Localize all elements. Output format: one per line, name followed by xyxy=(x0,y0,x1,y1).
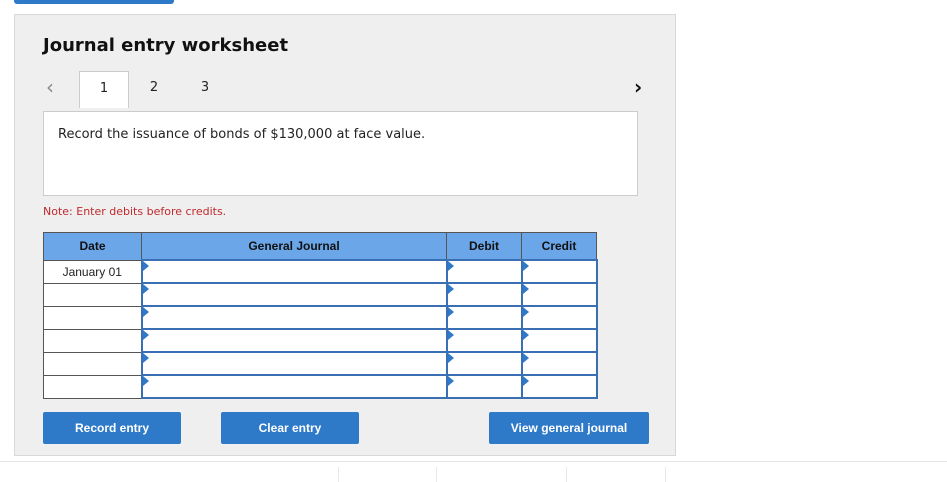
top-tab-indicator xyxy=(14,0,174,4)
view-general-journal-button[interactable]: View general journal xyxy=(489,412,649,444)
table-row xyxy=(43,282,598,307)
journal-header-row: Date General Journal Debit Credit xyxy=(43,232,597,261)
credit-input[interactable] xyxy=(520,328,598,353)
credit-header: Credit xyxy=(521,232,597,261)
date-cell xyxy=(43,305,142,330)
prompt-box: Record the issuance of bonds of $130,000… xyxy=(43,111,638,196)
debit-header: Debit xyxy=(446,232,522,261)
date-cell xyxy=(43,282,142,307)
dropdown-marker-icon xyxy=(447,330,454,340)
table-row xyxy=(43,374,598,399)
bottom-divider-segment xyxy=(436,467,437,482)
dropdown-marker-icon xyxy=(142,353,149,363)
bottom-divider-segment xyxy=(338,467,339,482)
debit-input[interactable] xyxy=(445,351,523,376)
debit-input[interactable] xyxy=(445,259,523,284)
debit-input[interactable] xyxy=(445,374,523,399)
general-journal-header: General Journal xyxy=(141,232,447,261)
dropdown-marker-icon xyxy=(142,307,149,317)
entry-tabs: 1 2 3 xyxy=(77,71,230,108)
credit-input[interactable] xyxy=(520,351,598,376)
credit-input[interactable] xyxy=(520,282,598,307)
debit-input[interactable] xyxy=(445,305,523,330)
bottom-divider xyxy=(0,461,947,462)
date-header: Date xyxy=(43,232,142,261)
account-input[interactable] xyxy=(140,259,448,284)
date-cell xyxy=(43,351,142,376)
debit-input[interactable] xyxy=(445,328,523,353)
dropdown-marker-icon xyxy=(522,330,529,340)
table-row xyxy=(43,328,598,353)
date-cell: January 01 xyxy=(43,259,142,284)
account-input[interactable] xyxy=(140,305,448,330)
debit-input[interactable] xyxy=(445,282,523,307)
dropdown-marker-icon xyxy=(447,307,454,317)
tab-2[interactable]: 2 xyxy=(129,71,179,108)
journal-table: Date General Journal Debit Credit Januar… xyxy=(43,232,598,399)
tab-3[interactable]: 3 xyxy=(180,71,230,108)
dropdown-marker-icon xyxy=(447,261,454,271)
clear-entry-button[interactable]: Clear entry xyxy=(221,412,359,444)
tab-1[interactable]: 1 xyxy=(79,71,129,108)
record-entry-button[interactable]: Record entry xyxy=(43,412,181,444)
bottom-divider-segment xyxy=(566,467,567,482)
credit-input[interactable] xyxy=(520,259,598,284)
date-cell xyxy=(43,328,142,353)
note-text: Note: Enter debits before credits. xyxy=(43,205,227,218)
dropdown-marker-icon xyxy=(522,376,529,386)
worksheet-title: Journal entry worksheet xyxy=(43,35,289,56)
dropdown-marker-icon xyxy=(142,376,149,386)
chevron-right-icon[interactable]: › xyxy=(634,75,642,99)
date-cell xyxy=(43,374,142,399)
dropdown-marker-icon xyxy=(522,284,529,294)
account-input[interactable] xyxy=(140,282,448,307)
table-row xyxy=(43,351,598,376)
credit-input[interactable] xyxy=(520,305,598,330)
dropdown-marker-icon xyxy=(447,353,454,363)
bottom-divider-segment xyxy=(665,467,666,482)
dropdown-marker-icon xyxy=(142,261,149,271)
dropdown-marker-icon xyxy=(522,307,529,317)
table-row: January 01 xyxy=(43,259,598,284)
dropdown-marker-icon xyxy=(142,284,149,294)
prompt-text: Record the issuance of bonds of $130,000… xyxy=(58,127,426,142)
chevron-left-icon[interactable]: ‹ xyxy=(46,75,54,99)
account-input[interactable] xyxy=(140,374,448,399)
dropdown-marker-icon xyxy=(522,261,529,271)
dropdown-marker-icon xyxy=(142,330,149,340)
dropdown-marker-icon xyxy=(447,284,454,294)
table-row xyxy=(43,305,598,330)
credit-input[interactable] xyxy=(520,374,598,399)
account-input[interactable] xyxy=(140,328,448,353)
dropdown-marker-icon xyxy=(447,376,454,386)
account-input[interactable] xyxy=(140,351,448,376)
dropdown-marker-icon xyxy=(522,353,529,363)
